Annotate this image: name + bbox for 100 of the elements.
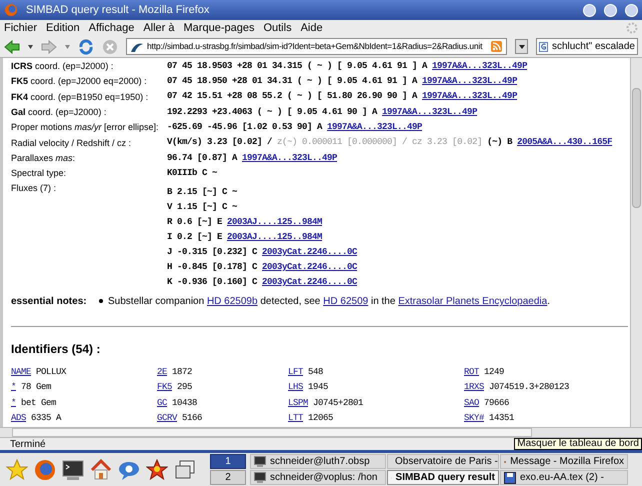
reference-link[interactable]: 1997A&A...323L..49P bbox=[242, 152, 338, 166]
menu-item[interactable]: Aller à bbox=[143, 20, 175, 36]
forward-icon[interactable] bbox=[41, 40, 57, 54]
catalog-link[interactable]: GCRV bbox=[157, 412, 178, 426]
catalog-link[interactable]: GC bbox=[157, 396, 168, 410]
field-label: Radial velocity / Redshift / cz : bbox=[11, 138, 132, 149]
dropdown-icon[interactable] bbox=[28, 44, 33, 48]
menu-item[interactable]: Fichier bbox=[4, 20, 38, 36]
field-label: Parallaxes mas: bbox=[11, 152, 76, 164]
site-icon bbox=[131, 42, 143, 52]
catalog-link[interactable]: SKY# bbox=[464, 412, 484, 426]
note-text: Substellar companion HD 62509b detected, see HD 62509 in the Extrasolar Planets Encyclopaedia. bbox=[108, 294, 550, 309]
minimize-button[interactable] bbox=[583, 4, 596, 16]
task-button[interactable]: Message - Mozilla Firefox bbox=[500, 454, 628, 469]
task-button[interactable]: schneider@voplus: /hon bbox=[250, 470, 386, 485]
identifier-value: 78 Gem bbox=[21, 381, 52, 394]
tooltip: Masquer le tableau de bord bbox=[514, 438, 642, 450]
home-icon[interactable] bbox=[90, 458, 112, 480]
identifier-value: 1872 bbox=[172, 366, 192, 380]
terminal-icon[interactable] bbox=[62, 458, 84, 480]
note-link[interactable]: HD 62509b bbox=[206, 296, 258, 307]
maximize-button[interactable] bbox=[604, 4, 617, 16]
close-button[interactable] bbox=[625, 4, 638, 16]
field-label: Proper motions mas/yr [error ellipse]: bbox=[11, 122, 160, 134]
star-icon[interactable] bbox=[6, 458, 28, 480]
coord-value: I 0.2 [~] E bbox=[167, 231, 222, 244]
catalog-link[interactable]: 1RXS bbox=[464, 381, 484, 395]
caret-icon bbox=[518, 44, 524, 48]
task-button[interactable]: exo.eu-AA.tex (2) - bbox=[500, 470, 628, 485]
field-label: Spectral type: bbox=[11, 168, 68, 180]
identifier-value: 14351 bbox=[489, 412, 514, 425]
catalog-link[interactable]: 2E bbox=[157, 366, 168, 380]
coord-value: 07 42 15.51 +28 08 55.2 ( ~ ) [ 51.80 26.90 90 ] A bbox=[167, 90, 418, 104]
vertical-scrollbar[interactable] bbox=[630, 58, 642, 427]
workspace-button[interactable]: 2 bbox=[210, 470, 246, 485]
note-link[interactable]: HD 62509 bbox=[323, 296, 368, 307]
reference-link[interactable]: 2003yCat.2246....0C bbox=[262, 276, 358, 290]
coord-value: K -0.936 [0.160] C bbox=[167, 276, 258, 290]
reference-link[interactable]: 2003AJ....125..984M bbox=[227, 231, 322, 245]
menu-item[interactable]: Affichage bbox=[88, 20, 134, 36]
field-label: Fluxes (7) : bbox=[11, 183, 58, 194]
redshift-value: z(~) 0.000011 [0.000000] / cz 3.23 [0.02] bbox=[277, 136, 482, 150]
catalog-link[interactable]: ADS bbox=[11, 412, 26, 426]
coord-value: 192.2293 +23.4063 ( ~ ) [ 9.05 4.61 90 ] A bbox=[167, 106, 378, 119]
status-text: Terminé bbox=[10, 438, 46, 452]
reference-link[interactable]: 1997A&A...323L..49P bbox=[382, 106, 478, 120]
history-dropdown[interactable] bbox=[515, 39, 528, 54]
terminal-icon bbox=[254, 456, 266, 467]
menu-item[interactable]: Outils bbox=[263, 20, 292, 36]
menu-item[interactable]: Marque-pages bbox=[184, 20, 254, 36]
identifier-value: 10438 bbox=[172, 396, 198, 410]
reference-link[interactable]: 2003AJ....125..984M bbox=[227, 216, 322, 230]
coord-value: -625.69 -45.96 [1.02 0.53 90] A bbox=[167, 121, 322, 134]
task-button[interactable]: schneider@luth7.obsp bbox=[250, 454, 386, 469]
catalog-link[interactable]: LFT bbox=[288, 366, 304, 380]
catalog-link[interactable]: LSPM bbox=[288, 396, 308, 410]
catalog-link[interactable]: LHS bbox=[288, 381, 304, 395]
feed-icon[interactable] bbox=[491, 41, 502, 52]
note-link[interactable]: Extrasolar Planets Encyclopaedia bbox=[398, 296, 548, 307]
catalog-link[interactable]: NAME bbox=[11, 366, 32, 380]
reload-icon[interactable] bbox=[78, 38, 94, 54]
catalog-link[interactable]: * bbox=[11, 381, 16, 395]
address-field[interactable]: http://simbad.u-strasbg.fr/simbad/sim-id?Ident=beta+Gem&NbIdent=1&Radius=2&Radius.unit bbox=[126, 38, 507, 55]
back-icon[interactable] bbox=[4, 40, 20, 54]
workspace-button[interactable]: 1 bbox=[210, 454, 246, 469]
star-icon[interactable] bbox=[146, 458, 168, 480]
field-label: FK4 coord. (ep=B1950 eq=1950) : bbox=[11, 92, 150, 103]
catalog-link[interactable]: ROT bbox=[464, 366, 480, 380]
coord-value: K0IIIb C ~ bbox=[167, 166, 218, 180]
horizontal-scrollbar[interactable] bbox=[0, 427, 642, 437]
identifier-value: 12065 bbox=[308, 412, 334, 425]
coord-value: V(km/s) 3.23 [0.02] / bbox=[167, 136, 272, 150]
identifier-value: 5166 bbox=[182, 412, 202, 425]
identifier-value: J074519.3+280123 bbox=[489, 381, 570, 394]
identifier-value: 6335 A bbox=[31, 412, 62, 425]
terminal-icon bbox=[254, 472, 266, 483]
reference-link[interactable]: 1997A&A...323L..49P bbox=[432, 60, 528, 74]
field-label: ICRS coord. (ep=J2000) : bbox=[11, 61, 114, 72]
catalog-link[interactable]: * bbox=[11, 396, 16, 410]
reference-link[interactable]: 2005A&A...430..165F bbox=[517, 136, 612, 150]
task-button[interactable]: SIMBAD query result bbox=[387, 470, 499, 485]
reference-link[interactable]: 1997A&A...323L..49P bbox=[422, 75, 518, 89]
menu-item[interactable]: Edition bbox=[46, 20, 80, 36]
menu-item[interactable]: Aide bbox=[300, 20, 323, 36]
catalog-link[interactable]: SAO bbox=[464, 396, 480, 410]
window-title: SIMBAD query result - Mozilla Firefox bbox=[26, 2, 210, 18]
reference-link[interactable]: 1997A&A...323L..49P bbox=[327, 121, 422, 135]
search-field[interactable]: schlucht" escalade bbox=[536, 38, 638, 55]
reference-link[interactable]: 2003yCat.2246....0C bbox=[262, 246, 358, 260]
notes-label: essential notes: bbox=[11, 294, 88, 309]
windows-icon[interactable] bbox=[174, 458, 196, 480]
reference-link[interactable]: 1997A&A...323L..49P bbox=[422, 90, 518, 104]
identifier-value: bet Gem bbox=[21, 396, 56, 410]
identifier-value: 79666 bbox=[484, 396, 510, 410]
catalog-link[interactable]: LTT bbox=[288, 412, 304, 426]
field-label: FK5 coord. (ep=J2000 eq=2000) : bbox=[11, 76, 148, 88]
reference-link[interactable]: 2003yCat.2246....0C bbox=[262, 261, 358, 275]
catalog-link[interactable]: FK5 bbox=[157, 381, 172, 395]
identifier-value: J0745+2801 bbox=[313, 396, 364, 410]
task-button[interactable]: Observatoire de Paris - bbox=[387, 454, 499, 469]
